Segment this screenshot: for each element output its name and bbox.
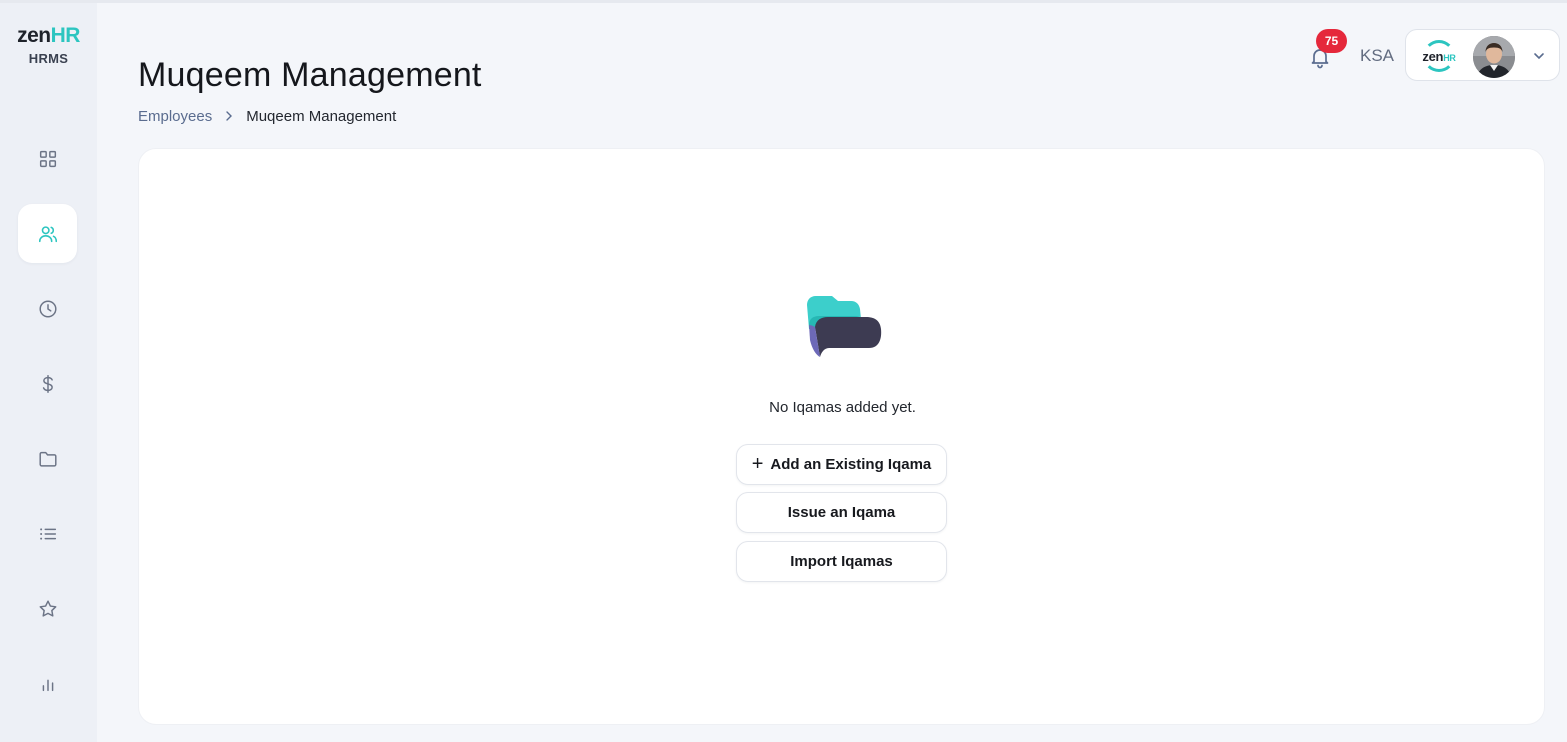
- add-existing-iqama-label: Add an Existing Iqama: [770, 456, 932, 473]
- sidebar-item-reports[interactable]: [18, 654, 77, 713]
- content-card: No Iqamas added yet. + Add an Existing I…: [138, 148, 1545, 725]
- star-icon: [39, 599, 56, 617]
- account-menu-button[interactable]: zenHR: [1405, 29, 1560, 81]
- bar-chart-icon: [42, 679, 53, 691]
- sidebar: zenHR HRMS: [0, 3, 97, 742]
- employees-icon: [38, 225, 57, 242]
- import-iqamas-button[interactable]: Import Iqamas: [736, 541, 947, 582]
- add-existing-iqama-button[interactable]: + Add an Existing Iqama: [736, 444, 947, 485]
- company-logo: zenHR: [1416, 37, 1462, 75]
- breadcrumb: Employees Muqeem Management: [138, 106, 396, 126]
- company-logo-text: zenHR: [1422, 48, 1456, 64]
- sidebar-item-time[interactable]: [18, 279, 77, 338]
- folder-icon: [38, 451, 57, 467]
- issue-iqama-button[interactable]: Issue an Iqama: [736, 492, 947, 533]
- dollar-icon: [42, 374, 53, 393]
- logo-subtitle: HRMS: [28, 51, 69, 66]
- user-photo-icon: [1473, 36, 1515, 78]
- empty-state-message: No Iqamas added yet.: [769, 399, 916, 416]
- notification-count-badge: 75: [1316, 29, 1347, 53]
- chevron-right-icon: [226, 111, 233, 121]
- breadcrumb-current: Muqeem Management: [246, 107, 397, 125]
- sidebar-item-dashboard[interactable]: [18, 129, 77, 188]
- chevron-down-icon: [1534, 53, 1544, 60]
- region-selector[interactable]: KSA: [1360, 46, 1394, 66]
- logo-wordmark: zenHR: [17, 24, 80, 47]
- top-border: [0, 0, 1567, 3]
- user-avatar: [1473, 36, 1515, 78]
- sidebar-item-performance[interactable]: [18, 579, 77, 638]
- breadcrumb-employees-link[interactable]: Employees: [138, 108, 212, 125]
- plus-icon: +: [751, 452, 764, 475]
- app-logo[interactable]: zenHR HRMS: [0, 24, 97, 67]
- clock-icon: [38, 299, 57, 318]
- list-icon: [39, 527, 56, 540]
- sidebar-item-documents[interactable]: [18, 429, 77, 488]
- sidebar-item-requests[interactable]: [18, 504, 77, 563]
- sidebar-item-payroll[interactable]: [18, 354, 77, 413]
- page-title: Muqeem Management: [138, 56, 482, 94]
- dashboard-grid-icon: [39, 150, 56, 167]
- sidebar-item-employees[interactable]: [18, 204, 77, 263]
- empty-folder-icon: [807, 296, 882, 357]
